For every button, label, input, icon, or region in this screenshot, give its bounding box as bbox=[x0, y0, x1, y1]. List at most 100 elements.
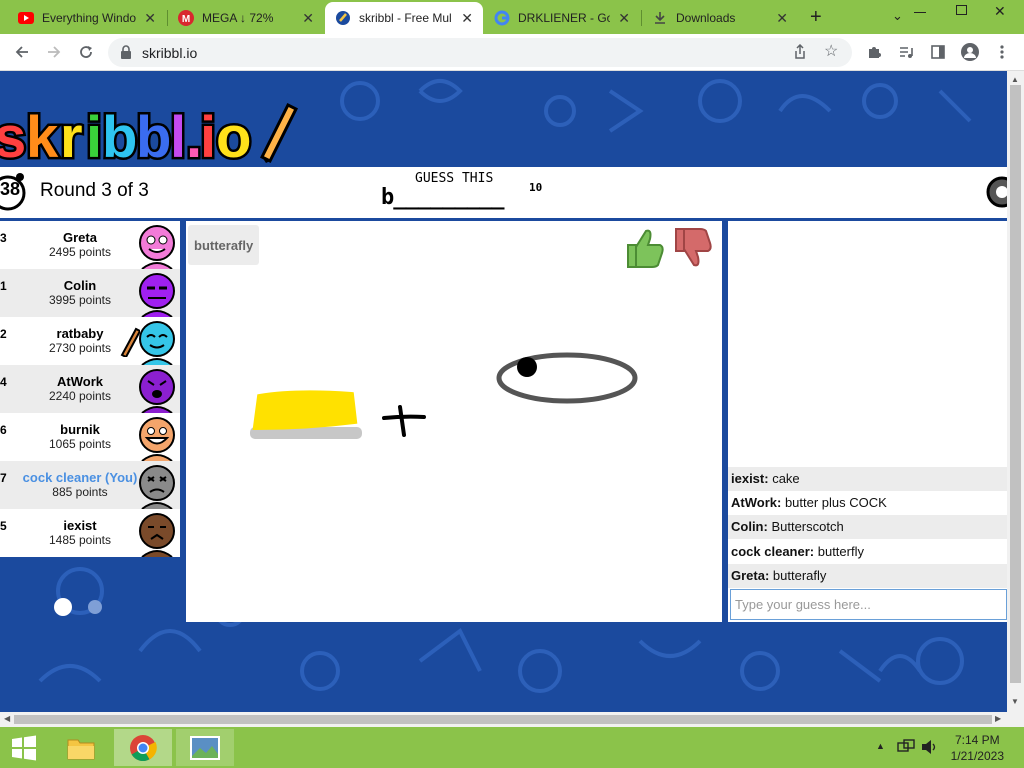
chat-text: cake bbox=[772, 471, 800, 486]
player-rank: 4 bbox=[0, 375, 7, 389]
windows-start-icon[interactable] bbox=[4, 729, 44, 766]
close-tab-icon[interactable]: ✕ bbox=[618, 10, 630, 27]
word-hint: b_________ bbox=[381, 185, 504, 210]
clock-date: 1/21/2023 bbox=[950, 749, 1004, 763]
reload-icon[interactable] bbox=[74, 40, 98, 64]
page-dot-active[interactable] bbox=[54, 598, 72, 616]
player-row[interactable]: 1 Colin 3995 points bbox=[0, 269, 180, 318]
tab-search-icon[interactable]: ⌄ bbox=[892, 8, 903, 24]
new-tab-icon[interactable]: + bbox=[810, 6, 822, 29]
player-rank: 3 bbox=[0, 231, 7, 245]
player-rank: 5 bbox=[0, 519, 7, 533]
player-name: cock cleaner (You) bbox=[22, 470, 138, 485]
minimize-icon[interactable] bbox=[914, 12, 926, 13]
tab-skribbl[interactable]: skribbl - Free Mul ✕ bbox=[325, 2, 483, 34]
avatar bbox=[134, 223, 180, 270]
skribbl-logo: s k r i b b l . i o bbox=[0, 97, 300, 173]
player-name: AtWork bbox=[57, 374, 103, 389]
bookmark-star-icon[interactable]: ☆ bbox=[824, 41, 838, 61]
vertical-scrollbar[interactable]: ▲ ▼ bbox=[1007, 71, 1024, 712]
url-text: skribbl.io bbox=[142, 45, 198, 61]
tab-mega[interactable]: M MEGA ↓ 72% ✕ bbox=[168, 2, 324, 34]
chrome-taskbar-icon[interactable] bbox=[114, 729, 172, 766]
timer-value: 38 bbox=[0, 179, 21, 199]
avatar bbox=[134, 511, 180, 558]
side-panel-icon[interactable] bbox=[926, 40, 950, 64]
player-rank: 6 bbox=[0, 423, 7, 437]
volume-icon[interactable] bbox=[921, 739, 939, 760]
close-tab-icon[interactable]: ✕ bbox=[776, 10, 788, 27]
tab-title: MEGA ↓ 72% bbox=[202, 11, 274, 25]
settings-gear-icon[interactable] bbox=[982, 173, 1007, 211]
chat-author: Greta: bbox=[731, 568, 770, 583]
menu-kebab-icon[interactable] bbox=[990, 40, 1014, 64]
player-row[interactable]: 3 Greta 2495 points bbox=[0, 221, 180, 270]
player-points: 885 points bbox=[52, 485, 108, 499]
chat-panel: iexist: cake AtWork: butter plus COCK Co… bbox=[728, 221, 1007, 622]
player-row[interactable]: 5 iexist 1485 points bbox=[0, 509, 180, 558]
close-tab-icon[interactable]: ✕ bbox=[302, 10, 314, 27]
avatar bbox=[134, 415, 180, 462]
chat-text: butter plus COCK bbox=[784, 495, 887, 510]
taskbar: ▲ 7:14 PM 1/21/2023 bbox=[0, 727, 1024, 768]
system-clock[interactable]: 7:14 PM 1/21/2023 bbox=[951, 732, 1004, 764]
scroll-down-icon[interactable]: ▼ bbox=[1011, 697, 1019, 706]
tab-youtube[interactable]: Everything Windo ✕ bbox=[8, 2, 166, 34]
profile-icon[interactable] bbox=[958, 40, 982, 64]
close-tab-icon[interactable]: ✕ bbox=[144, 10, 156, 27]
avatar bbox=[134, 271, 180, 318]
download-icon bbox=[652, 10, 668, 26]
svg-text:i: i bbox=[86, 105, 102, 167]
player-list: 3 Greta 2495 points 1 Colin 3995 points … bbox=[0, 221, 180, 558]
scroll-left-icon[interactable]: ◀ bbox=[4, 714, 10, 723]
player-rank: 1 bbox=[0, 279, 7, 293]
scroll-thumb[interactable] bbox=[14, 715, 992, 724]
photos-taskbar-icon[interactable] bbox=[176, 729, 234, 766]
scroll-thumb[interactable] bbox=[1010, 85, 1021, 683]
page-dot[interactable] bbox=[88, 600, 102, 614]
share-icon[interactable] bbox=[792, 43, 808, 65]
tab-downloads[interactable]: Downloads ✕ bbox=[642, 2, 798, 34]
restore-icon[interactable] bbox=[956, 5, 967, 15]
guess-input[interactable] bbox=[730, 589, 1007, 620]
tab-title: DRKLIENER - Goo bbox=[518, 11, 611, 25]
file-explorer-icon[interactable] bbox=[56, 729, 106, 766]
forward-icon[interactable] bbox=[42, 40, 66, 64]
lock-icon bbox=[120, 45, 132, 64]
round-indicator: Round 3 of 3 bbox=[40, 180, 149, 201]
drawing-canvas[interactable]: butterafly bbox=[186, 221, 722, 622]
address-bar[interactable]: skribbl.io ☆ bbox=[108, 38, 852, 67]
chat-text: butterfly bbox=[817, 544, 864, 559]
scroll-right-icon[interactable]: ▶ bbox=[995, 714, 1001, 723]
player-name: burnik bbox=[60, 422, 100, 437]
drawing-pencil-icon bbox=[118, 325, 142, 362]
svg-text:r: r bbox=[60, 105, 83, 167]
back-icon[interactable] bbox=[10, 40, 34, 64]
youtube-icon bbox=[18, 10, 34, 26]
scroll-up-icon[interactable]: ▲ bbox=[1011, 75, 1019, 84]
media-control-icon[interactable] bbox=[894, 40, 918, 64]
player-row[interactable]: 2 ratbaby 2730 points bbox=[0, 317, 180, 366]
player-row[interactable]: 4 AtWork 2240 points bbox=[0, 365, 180, 414]
tab-google[interactable]: DRKLIENER - Goo ✕ bbox=[484, 2, 640, 34]
player-points: 1485 points bbox=[48, 533, 112, 547]
avatar bbox=[134, 463, 180, 510]
svg-text:M: M bbox=[182, 14, 190, 25]
horizontal-scrollbar[interactable]: ◀ ▶ bbox=[0, 712, 1024, 727]
chat-author: cock cleaner: bbox=[731, 544, 815, 559]
clock-time: 7:14 PM bbox=[954, 733, 1000, 747]
close-tab-icon[interactable]: ✕ bbox=[461, 10, 473, 27]
svg-text:k: k bbox=[26, 105, 59, 167]
player-row-self[interactable]: 7 cock cleaner (You) 885 points bbox=[0, 461, 180, 510]
player-row[interactable]: 6 burnik 1065 points bbox=[0, 413, 180, 462]
svg-text:b: b bbox=[136, 105, 171, 167]
network-icon[interactable] bbox=[897, 739, 915, 760]
window-close-icon[interactable]: ✕ bbox=[994, 3, 1006, 20]
chat-message: iexist: cake bbox=[728, 467, 1007, 491]
svg-text:l: l bbox=[170, 105, 186, 167]
player-name: Colin bbox=[63, 278, 97, 293]
tray-expand-icon[interactable]: ▲ bbox=[876, 741, 885, 751]
avatar bbox=[134, 367, 180, 414]
chat-message: Greta: butterafly bbox=[728, 564, 1007, 588]
extensions-icon[interactable] bbox=[862, 40, 886, 64]
